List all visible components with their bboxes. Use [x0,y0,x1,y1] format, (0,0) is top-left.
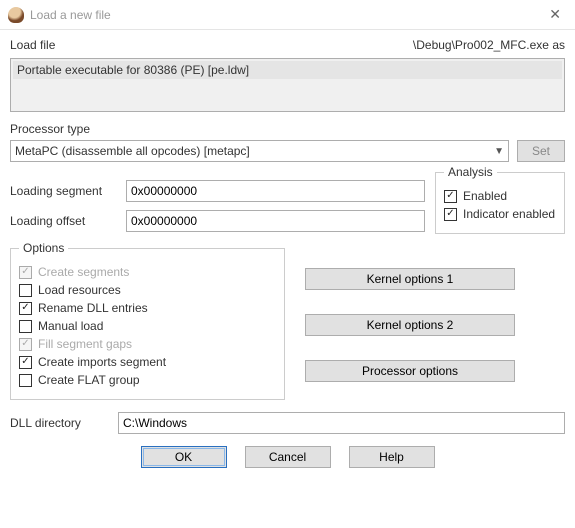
analysis-fieldset: Analysis Enabled Indicator enabled [435,172,565,234]
load-resources-checkbox[interactable] [19,284,32,297]
fill-gaps-checkbox [19,338,32,351]
titlebar: Load a new file ✕ [0,0,575,30]
loading-offset-label: Loading offset [10,214,126,228]
dll-directory-input[interactable] [118,412,565,434]
app-icon [8,7,24,23]
list-item[interactable]: Portable executable for 80386 (PE) [pe.l… [13,61,562,79]
processor-type-label: Processor type [10,122,565,136]
create-segments-label: Create segments [38,265,129,279]
dll-directory-label: DLL directory [10,416,118,430]
load-resources-label: Load resources [38,283,121,297]
create-segments-checkbox [19,266,32,279]
cancel-button[interactable]: Cancel [245,446,331,468]
create-imports-label: Create imports segment [38,355,166,369]
load-file-label: Load file [10,38,80,52]
close-icon[interactable]: ✕ [543,6,567,23]
ok-button[interactable]: OK [141,446,227,468]
options-fieldset: Options Create segments Load resources R… [10,248,285,400]
kernel-options-1-button[interactable]: Kernel options 1 [305,268,515,290]
create-flat-label: Create FLAT group [38,373,140,387]
rename-dll-label: Rename DLL entries [38,301,148,315]
indicator-checkbox[interactable] [444,208,457,221]
create-imports-checkbox[interactable] [19,356,32,369]
file-type-list[interactable]: Portable executable for 80386 (PE) [pe.l… [10,58,565,112]
manual-load-label: Manual load [38,319,103,333]
enabled-label: Enabled [463,189,507,203]
chevron-down-icon: ▼ [494,146,504,157]
processor-options-button[interactable]: Processor options [305,360,515,382]
processor-type-combo[interactable]: MetaPC (disassemble all opcodes) [metapc… [10,140,509,162]
load-file-path: \Debug\Pro002_MFC.exe as [413,38,565,52]
loading-segment-input[interactable] [126,180,425,202]
analysis-legend: Analysis [444,165,497,179]
processor-type-value: MetaPC (disassemble all opcodes) [metapc… [15,144,250,158]
manual-load-checkbox[interactable] [19,320,32,333]
create-flat-checkbox[interactable] [19,374,32,387]
window-title: Load a new file [30,8,543,22]
help-button[interactable]: Help [349,446,435,468]
loading-offset-input[interactable] [126,210,425,232]
set-button[interactable]: Set [517,140,565,162]
kernel-options-2-button[interactable]: Kernel options 2 [305,314,515,336]
enabled-checkbox[interactable] [444,190,457,203]
indicator-label: Indicator enabled [463,207,555,221]
rename-dll-checkbox[interactable] [19,302,32,315]
loading-segment-label: Loading segment [10,184,126,198]
fill-gaps-label: Fill segment gaps [38,337,132,351]
options-legend: Options [19,241,68,255]
